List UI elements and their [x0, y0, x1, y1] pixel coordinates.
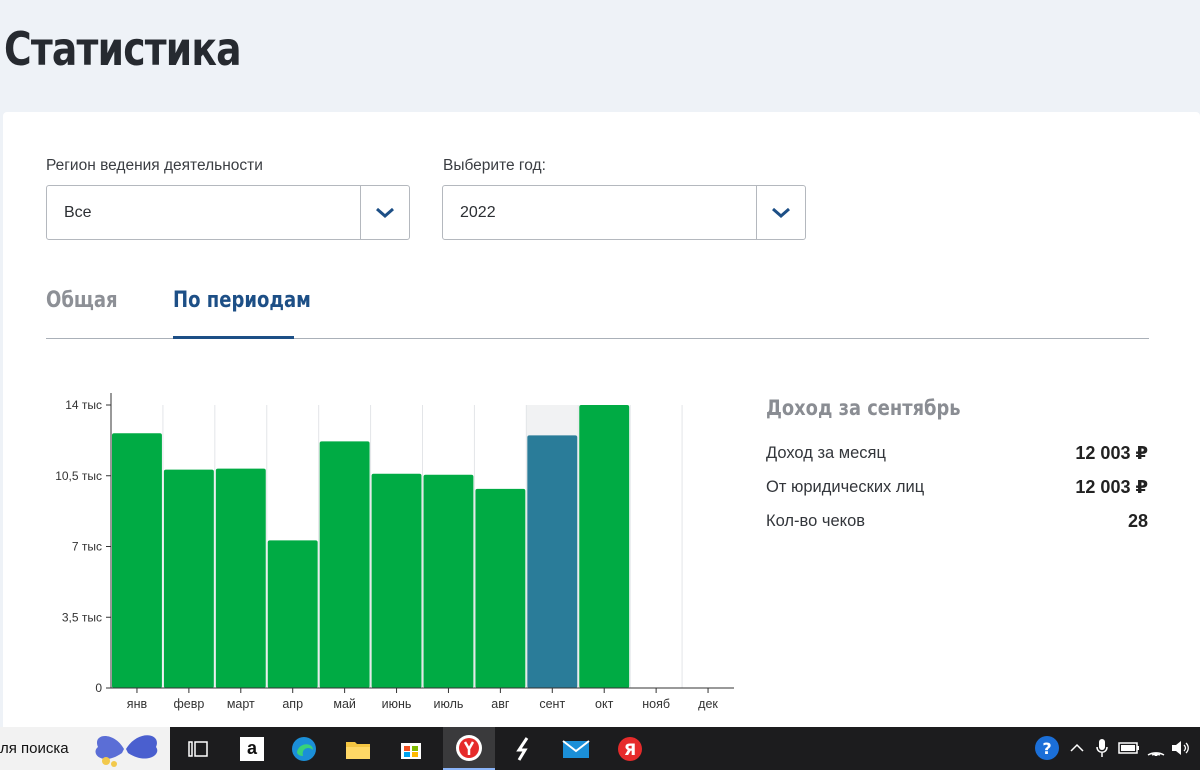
chevron-down-icon — [376, 207, 394, 218]
summary-label: Доход за месяц — [766, 444, 886, 462]
x-tick-label: авг — [491, 697, 510, 711]
x-tick-label: март — [227, 697, 255, 711]
y-tick-label: 14 тыс — [65, 398, 102, 412]
x-tick-label: сент — [539, 697, 565, 711]
summary-row-month-income: Доход за месяц 12 003 ₽ — [766, 443, 1148, 468]
page-header: Статистика — [0, 0, 1200, 110]
x-tick-label: апр — [282, 697, 303, 711]
tab-periods[interactable]: По периодам — [173, 288, 311, 313]
svg-text:?: ? — [1042, 739, 1051, 758]
file-explorer-icon[interactable] — [340, 733, 376, 765]
x-tick-label: июнь — [382, 697, 412, 711]
butterfly-icon — [95, 735, 158, 767]
volume-icon[interactable] — [1170, 737, 1192, 759]
x-tick-label: янв — [127, 697, 148, 711]
mail-icon[interactable] — [558, 733, 594, 765]
microphone-icon[interactable] — [1091, 737, 1113, 759]
bar-июль — [423, 474, 474, 688]
yandex-icon[interactable]: Я — [612, 733, 648, 765]
summary-title: Доход за сентябрь — [766, 396, 961, 420]
summary-row-receipt-count: Кол-во чеков 28 — [766, 511, 1148, 536]
wifi-icon[interactable] — [1145, 737, 1167, 759]
region-select[interactable]: Все — [46, 185, 410, 240]
bar-март — [215, 468, 266, 688]
taskbar: ля поиска a Я ? — [0, 727, 1200, 770]
x-tick-label: февр — [173, 697, 204, 711]
store-icon[interactable] — [393, 733, 429, 765]
bar-авг — [475, 488, 526, 688]
region-label: Регион ведения деятельности — [46, 157, 263, 174]
x-tick-label: окт — [595, 697, 614, 711]
year-select[interactable]: 2022 — [442, 185, 806, 240]
year-select-value: 2022 — [460, 204, 496, 221]
x-tick-label: дек — [698, 697, 718, 711]
bar-июнь — [371, 473, 422, 688]
region-select-value: Все — [64, 204, 92, 221]
x-tick-label: июль — [434, 697, 464, 711]
summary-value: 12 003 ₽ — [1075, 477, 1148, 497]
bar-янв — [112, 433, 162, 688]
summary-row-legal-entities: От юридических лиц 12 003 ₽ — [766, 477, 1148, 502]
year-dropdown-button[interactable] — [756, 186, 805, 239]
bar-апр — [267, 540, 318, 688]
year-label: Выберите год: — [443, 157, 546, 174]
summary-value: 28 — [1127, 511, 1148, 531]
summary-label: Кол-во чеков — [766, 512, 866, 530]
y-tick-label: 7 тыс — [72, 540, 102, 554]
summary-value: 12 003 ₽ — [1075, 443, 1148, 463]
battery-icon[interactable] — [1118, 737, 1140, 759]
page-title: Статистика — [4, 22, 242, 76]
help-icon[interactable]: ? — [1034, 735, 1060, 761]
taskbar-search-box[interactable]: ля поиска — [0, 727, 170, 770]
y-tick-label: 3,5 тыс — [62, 610, 102, 624]
region-dropdown-button[interactable] — [360, 186, 409, 239]
x-tick-label: май — [333, 697, 356, 711]
chevron-down-icon — [772, 207, 790, 218]
x-tick-label: нояб — [642, 697, 670, 711]
amazon-icon[interactable]: a — [234, 733, 270, 765]
task-view-icon[interactable] — [180, 733, 216, 765]
chevron-up-icon[interactable] — [1066, 737, 1088, 759]
bar-февр — [163, 469, 214, 688]
bar-сент — [527, 435, 578, 688]
edge-icon[interactable] — [286, 733, 322, 765]
active-tab-indicator — [173, 336, 294, 339]
tab-general[interactable]: Общая — [46, 288, 118, 313]
y-tick-label: 10,5 тыс — [55, 469, 102, 483]
y-tick-label: 0 — [95, 681, 102, 695]
monthly-income-chart: 0 3,5 тыс 7 тыс 10,5 тыс 14 тыс янв февр март ап… — [55, 393, 734, 711]
taskbar-search-text: ля поиска — [0, 740, 69, 757]
bar-май — [319, 441, 370, 688]
bar-окт — [579, 405, 630, 688]
app-s-icon[interactable] — [505, 733, 541, 765]
summary-label: От юридических лиц — [766, 478, 925, 496]
yandex-browser-icon[interactable] — [443, 727, 495, 770]
svg-text:Я: Я — [624, 740, 636, 759]
